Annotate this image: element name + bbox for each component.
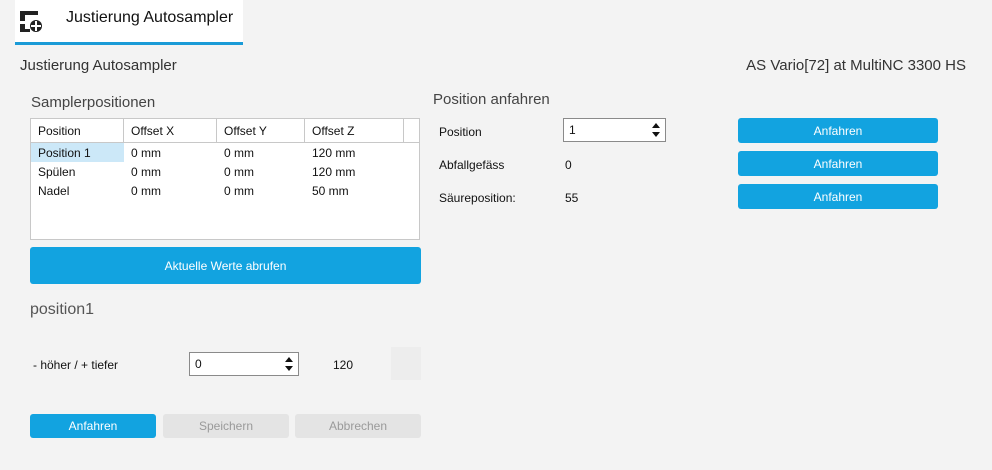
cell-position: Nadel — [38, 184, 70, 198]
spin-up-icon[interactable] — [652, 123, 660, 128]
cell-offset-x: 0 mm — [131, 184, 161, 198]
acid-label: Säureposition: — [439, 191, 516, 205]
cell-offset-x: 0 mm — [131, 146, 161, 160]
move-button[interactable]: Anfahren — [30, 414, 156, 438]
cell-offset-z: 120 mm — [312, 165, 356, 179]
column-header-offset-x[interactable]: Offset X — [124, 119, 217, 143]
spin-down-icon[interactable] — [652, 132, 660, 137]
page-title: Justierung Autosampler — [20, 57, 177, 74]
app-panel: Justierung Autosampler Justierung Autosa… — [0, 0, 992, 470]
cell-offset-z: 50 mm — [312, 184, 349, 198]
cell-offset-x: 0 mm — [131, 165, 161, 179]
table-row[interactable]: Nadel 0 mm 0 mm 50 mm — [31, 181, 419, 200]
height-stepper-value: 0 — [195, 357, 202, 371]
save-button[interactable]: Speichern — [163, 414, 289, 438]
sampler-section-title: Samplerpositionen — [31, 94, 156, 111]
table-header: Position Offset X Offset Y Offset Z — [31, 119, 419, 143]
cell-position: Position 1 — [31, 143, 124, 162]
column-header-position[interactable]: Position — [31, 119, 124, 143]
blank-panel — [391, 347, 421, 380]
cell-offset-y: 0 mm — [224, 146, 254, 160]
cell-offset-y: 0 mm — [224, 184, 254, 198]
sampler-table[interactable]: Position Offset X Offset Y Offset Z Posi… — [30, 118, 420, 240]
height-label: - höher / + tiefer — [33, 358, 119, 372]
tab-underline — [15, 42, 243, 45]
cell-offset-z: 120 mm — [312, 146, 356, 160]
position-label: Position — [439, 125, 482, 139]
tab-title: Justierung Autosampler — [66, 9, 234, 26]
sampler-adjust-icon — [20, 11, 42, 32]
waste-value: 0 — [565, 158, 572, 172]
column-header-filler — [404, 119, 419, 143]
spin-arrows-icon[interactable] — [285, 356, 294, 372]
approach-position-button[interactable]: Anfahren — [738, 118, 938, 143]
approach-acid-button[interactable]: Anfahren — [738, 184, 938, 209]
position-stepper[interactable]: 1 — [563, 118, 666, 142]
header-strip — [243, 0, 992, 45]
spin-up-icon[interactable] — [285, 357, 293, 362]
spin-down-icon[interactable] — [285, 366, 293, 371]
height-stepper[interactable]: 0 — [189, 352, 299, 376]
table-row[interactable]: Spülen 0 mm 0 mm 120 mm — [31, 162, 419, 181]
approach-waste-button[interactable]: Anfahren — [738, 151, 938, 176]
approach-section-title: Position anfahren — [433, 91, 550, 108]
cell-position: Spülen — [38, 165, 76, 179]
current-height-value: 120 — [333, 358, 354, 372]
waste-label: Abfallgefäss — [439, 158, 505, 172]
position-stepper-value: 1 — [569, 123, 576, 137]
fetch-values-button[interactable]: Aktuelle Werte abrufen — [30, 247, 421, 284]
tab-justierung[interactable]: Justierung Autosampler — [15, 0, 243, 45]
column-header-offset-y[interactable]: Offset Y — [217, 119, 305, 143]
column-header-offset-z[interactable]: Offset Z — [305, 119, 404, 143]
device-name: AS Vario[72] at MultiNC 3300 HS — [746, 57, 966, 74]
cell-offset-y: 0 mm — [224, 165, 254, 179]
adjust-section-title: position1 — [30, 301, 95, 318]
spin-arrows-icon[interactable] — [652, 122, 661, 138]
acid-value: 55 — [565, 191, 579, 205]
table-row[interactable]: Position 1 0 mm 0 mm 120 mm — [31, 143, 419, 162]
cancel-button[interactable]: Abbrechen — [295, 414, 421, 438]
